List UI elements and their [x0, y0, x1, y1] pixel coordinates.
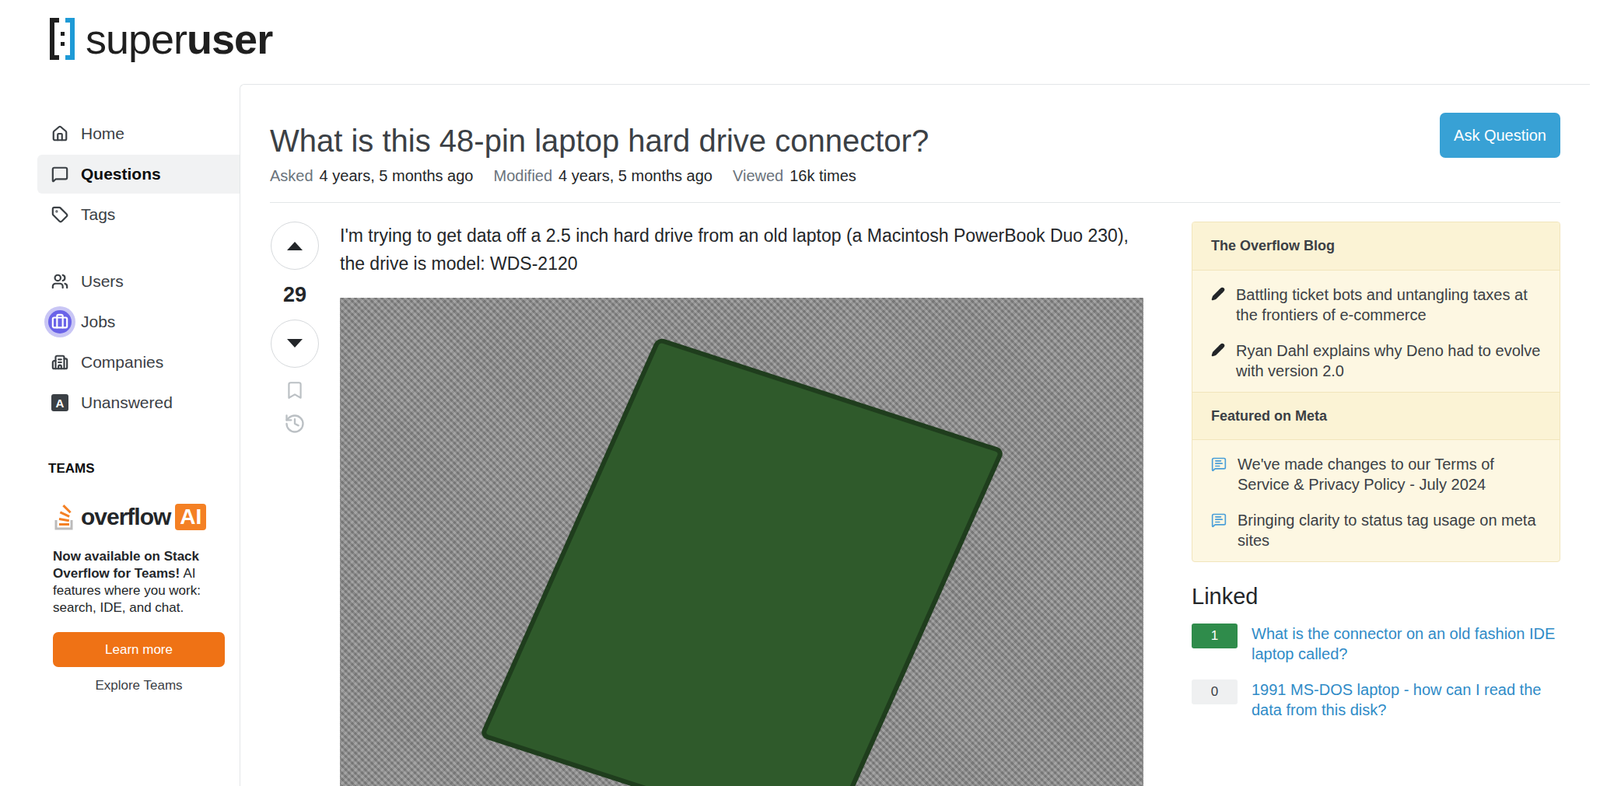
sidebar-item-label: Users: [80, 272, 124, 291]
meta-chat-icon: [1211, 512, 1227, 529]
sidebar-item[interactable]: A Unanswered: [37, 383, 240, 423]
downvote-arrow-icon: [285, 338, 305, 350]
page-body: Home Questions Tags Users Jobs Companies A Unan…: [0, 84, 1600, 786]
nav-icon-box: [48, 162, 72, 186]
right-sidebar: The Overflow Blog Battling ticket bots an…: [1191, 221, 1561, 786]
history-button[interactable]: [283, 413, 306, 435]
ai-badge: AI: [175, 504, 207, 531]
history-icon: [283, 413, 306, 435]
overflow-ai-logo: overflowAI: [52, 503, 228, 532]
home-icon: [51, 125, 69, 143]
widget-header: The Overflow Blog: [1192, 222, 1560, 271]
nav-icon-box: [48, 203, 72, 227]
sidebar-item-label: Jobs: [80, 312, 116, 332]
linked-list: 1 What is the connector on an old fashion…: [1191, 623, 1561, 721]
answer-count-badge: 0: [1191, 679, 1238, 705]
meta-item: Asked4 years, 5 months ago: [269, 167, 473, 186]
unanswered-icon: A: [51, 394, 69, 412]
linked-question-link[interactable]: What is the connector on an old fashion …: [1251, 623, 1561, 665]
pencil-icon: [1211, 287, 1226, 302]
blog-item[interactable]: Battling ticket bots and untangling taxe…: [1211, 284, 1541, 326]
answer-count-badge: 1: [1191, 623, 1238, 649]
jobs-icon: [51, 313, 69, 331]
blog-widget: The Overflow Blog Battling ticket bots an…: [1191, 221, 1561, 563]
linked-item: 0 1991 MS-DOS laptop - how can I read the…: [1191, 679, 1561, 721]
bookmark-icon: [284, 380, 305, 401]
sidebar-item-label: Companies: [80, 353, 164, 372]
meta-item: Modified4 years, 5 months ago: [493, 167, 713, 186]
ask-question-button[interactable]: Ask Question: [1439, 112, 1561, 158]
circuit-board-shape: [478, 336, 1005, 786]
sidebar-item[interactable]: Home: [37, 114, 240, 154]
main-content: What is this 48-pin laptop hard drive co…: [239, 84, 1590, 786]
question-meta: Asked4 years, 5 months ago Modified4 year…: [269, 167, 1561, 204]
questions-icon: [51, 165, 69, 183]
linked-question-link[interactable]: 1991 MS-DOS laptop - how can I read the …: [1251, 679, 1561, 721]
learn-more-button[interactable]: Learn more: [52, 632, 225, 668]
sidebar-item-label: Questions: [80, 164, 162, 184]
users-icon: [51, 273, 69, 291]
page: superuser Home Questions Tags Users Jobs Compa…: [0, 0, 1600, 786]
nav-icon-box: [48, 350, 72, 375]
site-header: superuser: [0, 0, 1600, 85]
stack-overflow-icon: [52, 503, 77, 532]
question-title[interactable]: What is this 48-pin laptop hard drive co…: [269, 120, 929, 162]
blog-item[interactable]: Ryan Dahl explains why Deno had to evolv…: [1211, 340, 1541, 382]
upvote-button[interactable]: [270, 221, 319, 270]
teams-heading: TEAMS: [48, 461, 228, 477]
teams-promo: TEAMS overflowAI Now available on Stack Ov…: [0, 450, 240, 694]
question-post: 29 I'm trying to get data off a 2.5 inch …: [269, 221, 1144, 786]
nav-icon-box: [48, 122, 72, 146]
vote-column: 29: [269, 221, 320, 786]
nav-icon-box: [48, 269, 72, 294]
vote-count: 29: [283, 277, 307, 312]
linked-item: 1 What is the connector on an old fashion…: [1191, 623, 1561, 665]
post-text: I'm trying to get data off a 2.5 inch ha…: [339, 221, 1144, 278]
meta-post-item[interactable]: Bringing clarity to status tag usage on …: [1211, 510, 1541, 551]
explore-teams-link[interactable]: Explore Teams: [52, 678, 225, 694]
downvote-button[interactable]: [270, 319, 319, 368]
logo-text: superuser: [85, 14, 273, 65]
companies-icon: [51, 353, 69, 372]
nav-group: Home Questions Tags: [0, 114, 240, 235]
linked-heading: Linked: [1191, 584, 1561, 610]
meta-chat-icon: [1211, 456, 1227, 473]
hard-drive-photo: [339, 297, 1144, 786]
nav-group: Users Jobs Companies A Unanswered: [0, 262, 240, 423]
widget-list: Battling ticket bots and untangling taxe…: [1192, 270, 1560, 393]
upvote-arrow-icon: [285, 240, 305, 252]
nav-icon-box: [48, 310, 72, 334]
post-body: I'm trying to get data off a 2.5 inch ha…: [339, 221, 1144, 786]
widget-list: We've made changes to our Terms of Servi…: [1192, 440, 1560, 562]
sidebar-item[interactable]: Users: [37, 262, 240, 302]
left-sidebar: Home Questions Tags Users Jobs Companies A Unan…: [0, 84, 240, 786]
meta-post-item[interactable]: We've made changes to our Terms of Servi…: [1211, 454, 1541, 495]
sidebar-item[interactable]: Tags: [37, 195, 240, 235]
sidebar-item-label: Tags: [80, 205, 116, 225]
site-logo[interactable]: superuser: [46, 14, 273, 65]
bookmark-button[interactable]: [284, 380, 305, 401]
question-header: What is this 48-pin laptop hard drive co…: [269, 112, 1561, 162]
tags-icon: [51, 206, 69, 224]
content-grid: 29 I'm trying to get data off a 2.5 inch …: [269, 203, 1561, 786]
sidebar-item[interactable]: Jobs: [37, 302, 240, 342]
meta-item: Viewed16k times: [732, 167, 857, 186]
widget-header: Featured on Meta: [1192, 392, 1560, 441]
teams-text: Now available on Stack Overflow for Team…: [52, 548, 228, 617]
sidebar-item[interactable]: Companies: [37, 343, 240, 382]
superuser-logo-icon: [46, 14, 78, 64]
sidebar-item-label: Home: [80, 124, 125, 144]
sidebar-item[interactable]: Questions: [37, 154, 240, 194]
pencil-icon: [1211, 343, 1226, 358]
nav-icon-box: A: [48, 391, 72, 415]
sidebar-item-label: Unanswered: [80, 393, 173, 413]
